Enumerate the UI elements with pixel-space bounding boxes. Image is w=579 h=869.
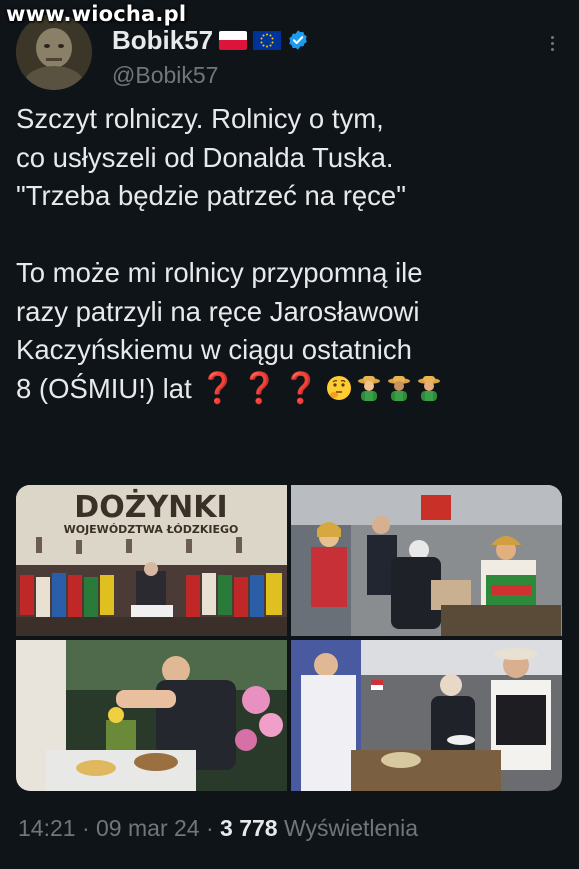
tweet-line: Kaczyńskiemu w ciągu ostatnich — [16, 334, 412, 365]
tweet-meta: 14:21 · 09 mar 24 · 3 778 Wyświetlenia — [18, 815, 418, 842]
farmer-icon — [388, 375, 411, 401]
watermark: www.wiocha.pl — [6, 2, 186, 26]
author-name-row: Bobik57 — [112, 24, 309, 56]
thinking-face-icon — [327, 375, 352, 400]
photo-3[interactable] — [16, 640, 287, 791]
banner-subtitle: WOJEWÓDZTWA ŁÓDZKIEGO — [64, 523, 239, 536]
tweet-text: Szczyt rolniczy. Rolnicy o tym, co usłys… — [16, 100, 564, 408]
watermark-text: www.wiocha.pl — [6, 2, 187, 26]
photo-4[interactable] — [291, 640, 562, 791]
tweet-line: To może mi rolnicy przypomną ile — [16, 257, 423, 288]
tweet-last-line: 8 (OŚMIU!) lat ❓❓❓ — [16, 370, 564, 409]
eu-flag-icon — [253, 30, 282, 50]
tweet-line: 8 (OŚMIU!) lat — [16, 372, 192, 404]
tweet-line: Szczyt rolniczy. Rolnicy o tym, — [16, 103, 384, 134]
tweet-line: razy patrzyli na ręce Jarosławowi — [16, 295, 420, 327]
more-options-icon[interactable] — [540, 28, 564, 58]
author-handle[interactable]: @Bobik57 — [112, 62, 218, 89]
farmer-icon — [358, 375, 381, 401]
meta-separator: · — [81, 815, 90, 841]
tweet-line: "Trzeba będzie patrzeć na ręce" — [16, 180, 406, 211]
tweet-time[interactable]: 14:21 — [18, 815, 76, 841]
banner-title: DOŻYNKI — [74, 489, 227, 525]
poland-flag-icon — [219, 30, 248, 50]
meta-separator: · — [205, 815, 214, 841]
views-label: Wyświetlenia — [283, 815, 418, 841]
tweet-line: co usłyszeli od Donalda Tuska. — [16, 141, 394, 173]
tweet-date[interactable]: 09 mar 24 — [96, 815, 200, 841]
farmer-icon — [418, 375, 441, 401]
photo-1[interactable]: DOŻYNKI WOJEWÓDZTWA ŁÓDZKIEGO — [16, 485, 287, 636]
tweet-page: www.wiocha.pl Bobik57 @Bobik57 Szczyt ro… — [0, 0, 579, 869]
verified-badge-icon — [287, 29, 309, 51]
author-display-name[interactable]: Bobik57 — [112, 25, 213, 56]
question-mark-icon: ❓❓❓ — [199, 371, 324, 405]
views-count: 3 778 — [220, 815, 278, 841]
photo-2[interactable] — [291, 485, 562, 636]
photo-grid: DOŻYNKI WOJEWÓDZTWA ŁÓDZKIEGO — [16, 485, 562, 791]
